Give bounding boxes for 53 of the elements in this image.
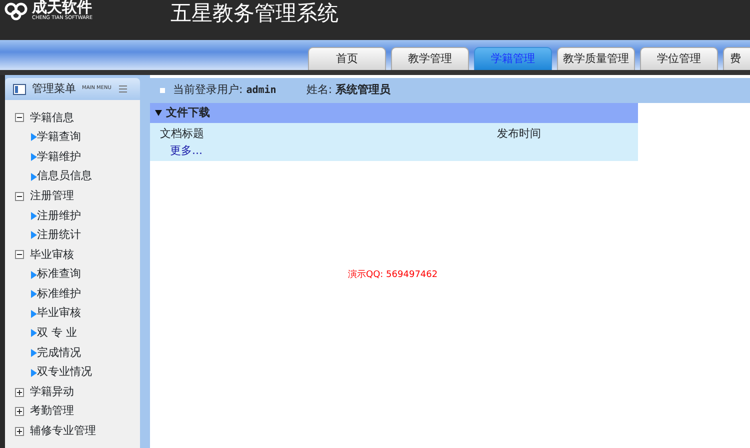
menu-item[interactable]: 标准查询 bbox=[15, 264, 140, 284]
arrow-icon bbox=[31, 348, 37, 357]
nav-tab[interactable]: 教学质量管理 bbox=[557, 47, 635, 70]
tree-group[interactable]: 辅修专业管理 bbox=[15, 422, 140, 442]
arrow-icon bbox=[31, 231, 37, 240]
section-header[interactable]: 文件下载 bbox=[150, 103, 638, 123]
arrow-icon bbox=[31, 212, 37, 220]
user-name-label: 姓名: 系统管理员 bbox=[306, 82, 391, 98]
tree-group[interactable]: 注册管理 bbox=[15, 186, 140, 206]
arrow-icon bbox=[31, 290, 37, 298]
menu-item[interactable]: 完成情况 bbox=[15, 343, 140, 363]
demo-contact-text: 演示QQ: 569497462 bbox=[348, 269, 439, 282]
bullet-icon bbox=[160, 88, 165, 93]
system-title: 五星教务管理系统 bbox=[170, 0, 339, 26]
more-link[interactable]: 更多... bbox=[160, 144, 202, 156]
arrow-icon bbox=[31, 329, 37, 338]
nav-tab[interactable]: 教学管理 bbox=[391, 47, 469, 70]
collapse-icon[interactable] bbox=[15, 113, 24, 122]
tree-group[interactable]: 考勤管理 bbox=[15, 402, 140, 422]
menu-item[interactable]: 学籍查询 bbox=[15, 128, 140, 148]
nav-tab[interactable]: 首页 bbox=[308, 47, 386, 70]
menu-item[interactable]: 注册统计 bbox=[15, 226, 140, 246]
menu-item[interactable]: 注册维护 bbox=[15, 206, 140, 226]
menu-item[interactable]: 毕业审核 bbox=[15, 304, 140, 324]
column-header: 发布时间 bbox=[497, 126, 541, 142]
expand-icon[interactable] bbox=[15, 388, 24, 397]
arrow-icon bbox=[31, 368, 37, 377]
menu-item[interactable]: 标准维护 bbox=[15, 284, 140, 304]
arrow-icon bbox=[31, 310, 37, 318]
expand-icon[interactable] bbox=[15, 407, 24, 416]
arrow-icon bbox=[31, 133, 37, 142]
list-icon[interactable] bbox=[119, 84, 128, 94]
tree-group[interactable]: 毕业审核 bbox=[15, 245, 140, 265]
menu-item[interactable]: 双专业情况 bbox=[15, 362, 140, 382]
collapse-icon[interactable] bbox=[15, 192, 24, 201]
arrow-icon bbox=[31, 152, 37, 161]
tree-group[interactable]: 学籍信息 bbox=[15, 108, 140, 128]
menu-item[interactable]: 双 专 业 bbox=[15, 324, 140, 344]
nav-tab[interactable]: 费 bbox=[723, 47, 750, 70]
menu-item[interactable]: 信息员信息 bbox=[15, 166, 140, 186]
column-header: 文档标题 bbox=[160, 126, 205, 142]
tree-group[interactable]: 学籍异动 bbox=[15, 382, 140, 402]
current-user-label: 当前登录用户: admin bbox=[173, 82, 276, 98]
menu-panel-icon bbox=[13, 84, 26, 94]
sidebar-title: 管理菜单 bbox=[32, 80, 76, 97]
logo-icon bbox=[4, 0, 28, 20]
menu-item[interactable]: 学籍维护 bbox=[15, 147, 140, 167]
arrow-icon bbox=[31, 172, 37, 181]
collapse-icon bbox=[155, 110, 162, 116]
arrow-icon bbox=[31, 270, 37, 279]
nav-tab[interactable]: 学位管理 bbox=[640, 47, 718, 70]
expand-icon[interactable] bbox=[15, 426, 24, 436]
collapse-icon[interactable] bbox=[15, 250, 24, 260]
